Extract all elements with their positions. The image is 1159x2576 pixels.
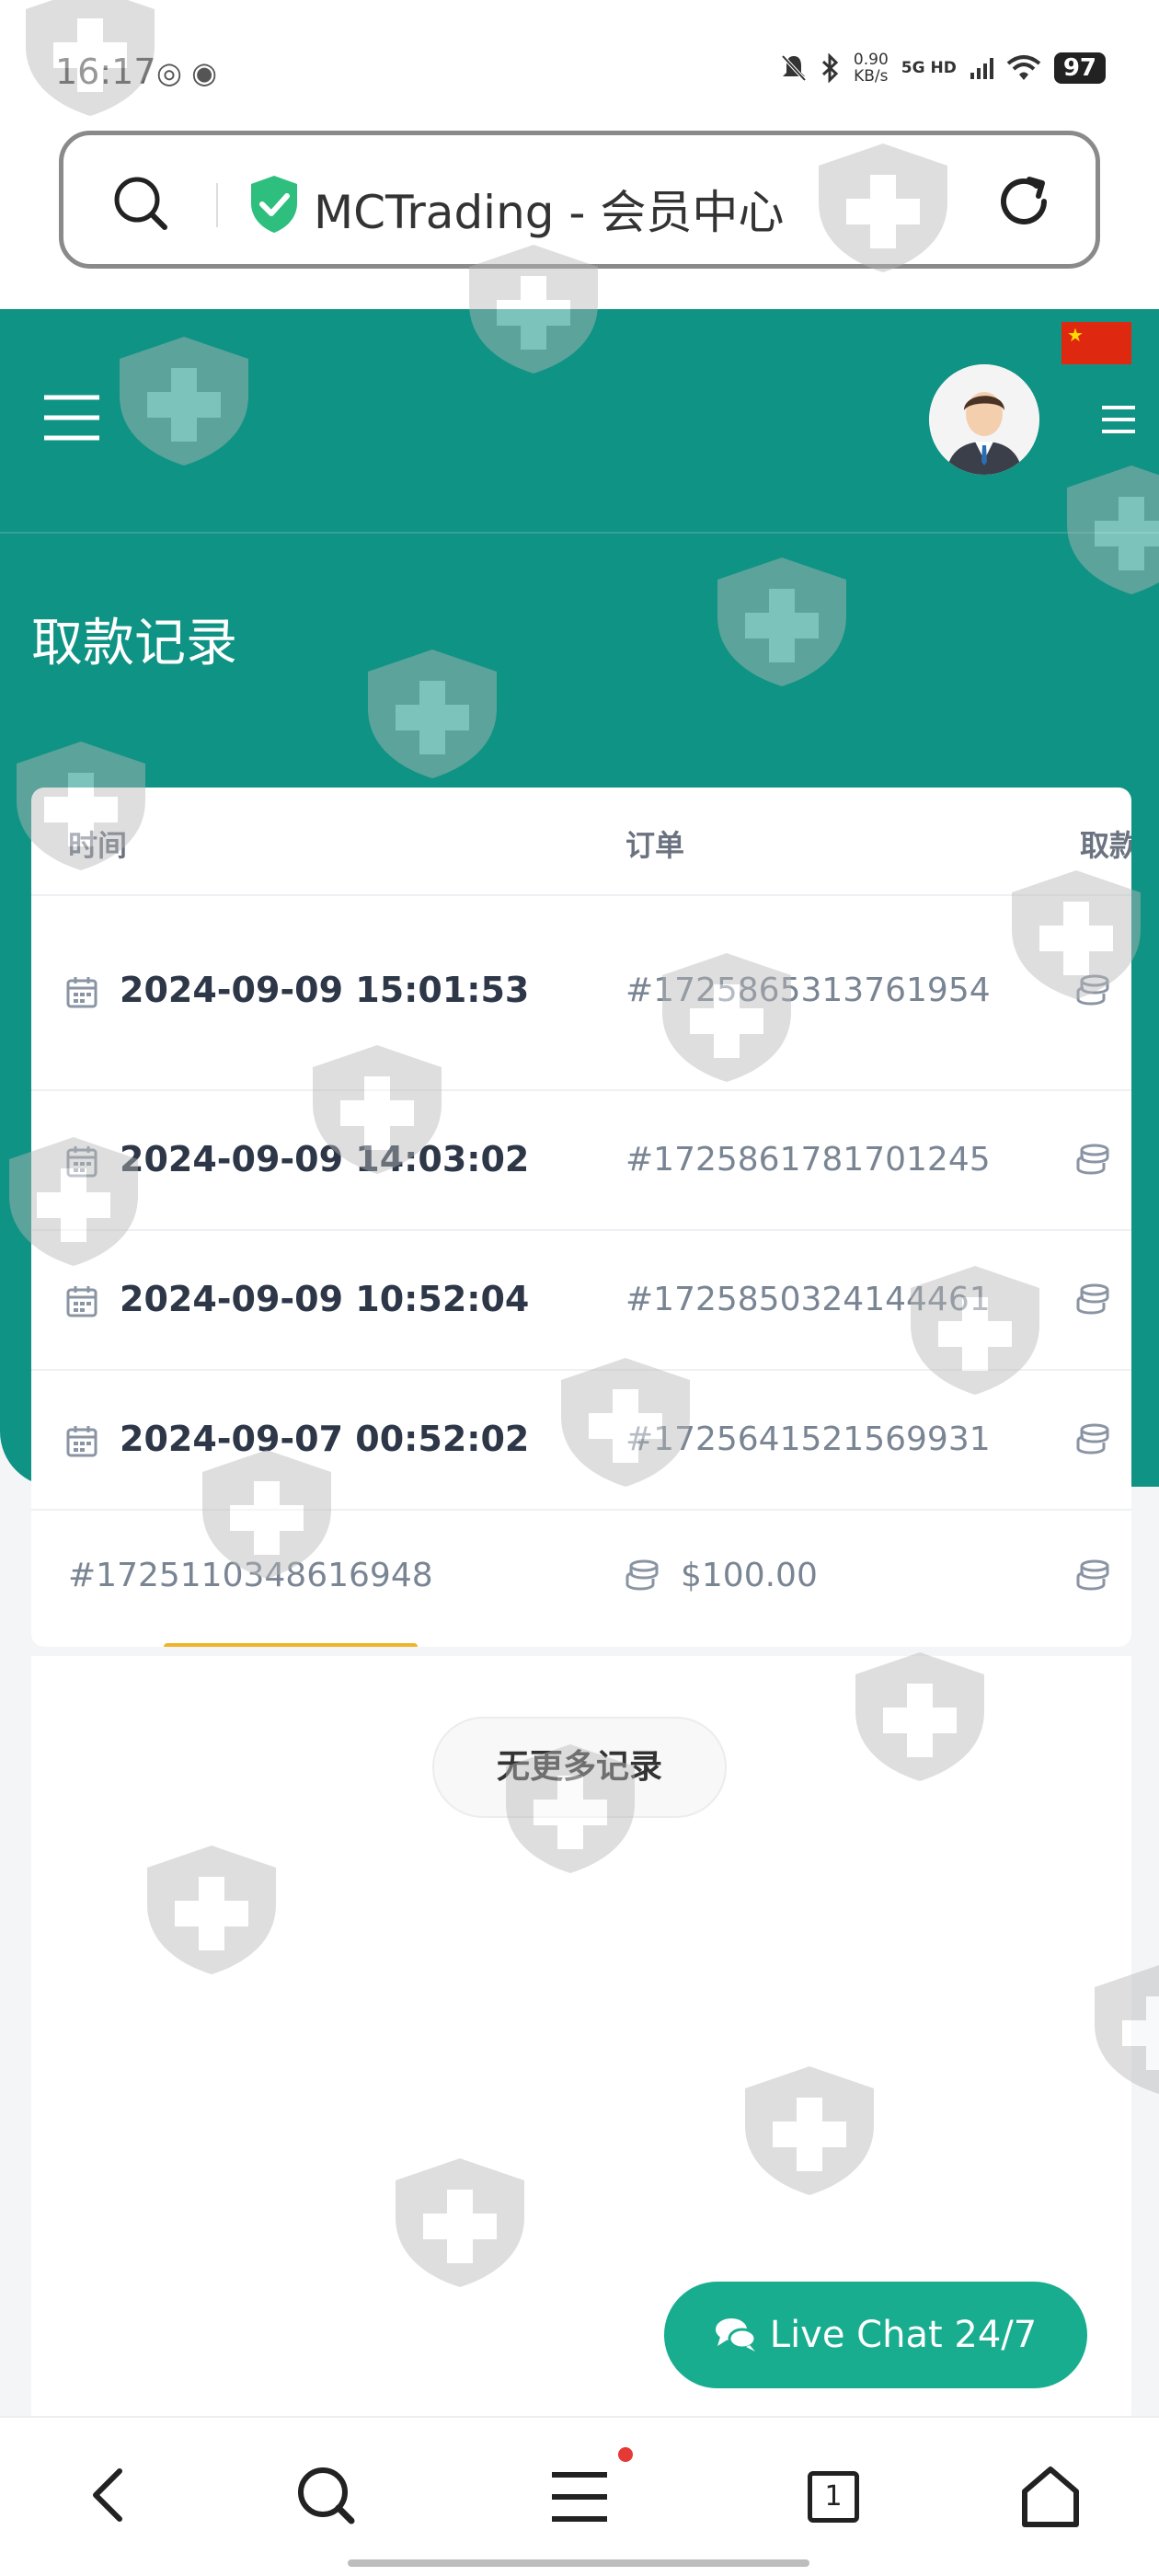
address-divider — [216, 183, 218, 227]
avatar[interactable] — [929, 364, 1039, 475]
calendar-icon — [66, 1286, 98, 1317]
search-icon[interactable] — [111, 174, 170, 233]
calendar-icon — [66, 1426, 98, 1457]
page-title: 取款记录 — [31, 614, 237, 673]
address-bar[interactable]: MCTrading - 会员中心 — [59, 131, 1100, 269]
calendar-icon — [66, 977, 98, 1008]
chat-bubbles-icon — [715, 2318, 757, 2352]
row-order: #1725865313761954 — [625, 972, 991, 1009]
withdrawal-table: 时间 订单 取款 2024-09-09 15:01:53 #1725865313… — [31, 788, 1131, 1647]
row-order: #1725850324144461 — [625, 1281, 991, 1318]
coins-icon — [1076, 1423, 1109, 1455]
gesture-bar[interactable] — [348, 2559, 809, 2567]
row-order: #1725110348616948 — [68, 1557, 433, 1594]
live-chat-label: Live Chat 24/7 — [769, 2314, 1038, 2356]
row-amount: $100.00 — [681, 1557, 818, 1594]
table-header: 时间 订单 取款 — [31, 788, 1131, 896]
net-speed-unit: KB/s — [854, 67, 889, 86]
tabs-button[interactable]: 1 — [808, 2471, 859, 2523]
home-icon[interactable] — [1019, 2466, 1082, 2528]
status-bar: 16:17 ◎ ◉ 0.90 KB/s 5G HD 97 — [0, 0, 1159, 129]
status-right: 0.90 KB/s 5G HD 97 — [780, 52, 1106, 85]
row-order: #1725641521569931 — [625, 1420, 991, 1458]
table-row[interactable]: 2024-09-09 10:52:04 #1725850324144461 — [31, 1231, 1131, 1371]
signal-icon — [970, 58, 993, 79]
flag-star-icon: ★ — [1067, 324, 1084, 346]
row-order: #1725861781701245 — [625, 1141, 991, 1179]
user-avatar-icon — [929, 364, 1039, 475]
back-icon[interactable] — [88, 2466, 125, 2524]
header-divider — [0, 532, 1159, 534]
signal-label: 5G HD — [901, 59, 957, 77]
browser-bottom-nav: 1 — [0, 2416, 1159, 2576]
coins-icon — [1076, 1283, 1109, 1315]
battery-level: 97 — [1053, 52, 1106, 84]
reload-icon[interactable] — [994, 172, 1053, 231]
calendar-icon — [66, 1146, 98, 1178]
row-datetime: 2024-09-09 10:52:04 — [120, 1279, 530, 1319]
coins-icon — [1076, 1144, 1109, 1175]
table-row[interactable]: 2024-09-07 00:52:02 #1725641521569931 — [31, 1371, 1131, 1511]
live-chat-button[interactable]: Live Chat 24/7 — [664, 2282, 1087, 2388]
mute-icon — [781, 54, 807, 82]
coins-icon — [1076, 974, 1109, 1006]
table-row[interactable]: 2024-09-09 15:01:53 #1725865313761954 — [31, 898, 1131, 1091]
notification-dot — [618, 2447, 633, 2462]
no-more-records-button[interactable]: 无更多记录 — [432, 1717, 727, 1818]
net-speed: 0.90 KB/s — [854, 52, 889, 85]
weibo-icon: ◉ — [191, 55, 218, 90]
horizontal-scrollbar[interactable] — [164, 1643, 418, 1647]
row-datetime: 2024-09-07 00:52:02 — [120, 1419, 530, 1459]
column-header-order: 订单 — [625, 828, 685, 863]
status-time: 16:17 — [55, 52, 156, 92]
page: 16:17 ◎ ◉ 0.90 KB/s 5G HD 97 MCTrading - … — [0, 0, 1159, 2576]
hamburger-menu-icon[interactable] — [42, 394, 101, 442]
wifi-icon — [1006, 55, 1041, 80]
china-flag-icon[interactable]: ★ — [1061, 322, 1131, 364]
search-icon[interactable] — [296, 2466, 355, 2524]
browser-toolbar: MCTrading - 会员中心 — [0, 129, 1159, 309]
column-header-withdrawal: 取款 — [1080, 828, 1131, 863]
coins-icon — [625, 1559, 659, 1591]
row-datetime: 2024-09-09 14:03:02 — [120, 1139, 530, 1179]
app-notification-icon: ◎ — [156, 55, 182, 90]
bluetooth-icon — [821, 53, 839, 83]
net-speed-value: 0.90 — [853, 51, 889, 69]
table-row[interactable]: #1725110348616948 $100.00 — [31, 1511, 1131, 1639]
coins-icon — [1076, 1559, 1109, 1591]
address-title[interactable]: MCTrading - 会员中心 — [314, 176, 784, 242]
column-header-time: 时间 — [68, 828, 128, 863]
options-menu-icon[interactable] — [1100, 405, 1137, 434]
menu-icon[interactable] — [550, 2471, 609, 2523]
table-row[interactable]: 2024-09-09 14:03:02 #1725861781701245 — [31, 1091, 1131, 1231]
secure-shield-icon — [251, 176, 297, 233]
row-datetime: 2024-09-09 15:01:53 — [120, 970, 530, 1010]
notification-icons: ◎ ◉ — [156, 55, 217, 90]
